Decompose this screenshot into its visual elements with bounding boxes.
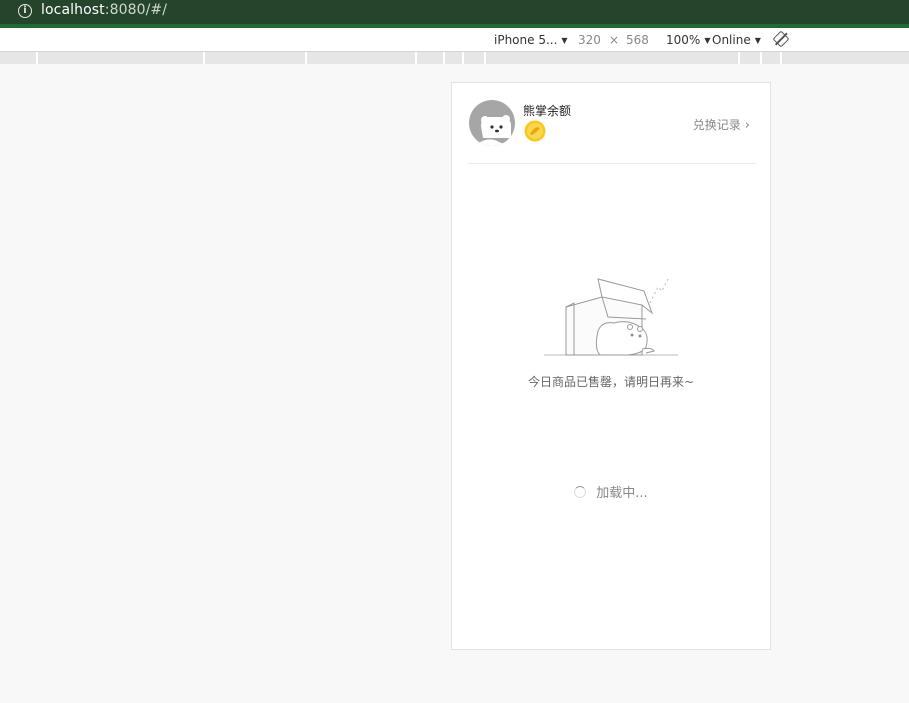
exchange-records-link[interactable]: 兑换记录 › (693, 116, 750, 133)
url-host: localhost (41, 2, 105, 18)
width-input[interactable]: 320 (578, 33, 601, 47)
bear-avatar-icon[interactable] (469, 100, 515, 146)
balance-header: 熊掌余额 兑换记录 › (468, 83, 756, 164)
chevron-down-icon: ▼ (754, 36, 761, 45)
rotate-icon[interactable] (772, 30, 790, 48)
ruler-tick (462, 52, 464, 64)
balance-label: 熊掌余额 (523, 104, 572, 118)
spinner-icon (574, 486, 587, 498)
ruler-tick (443, 52, 445, 64)
media-query-ruler[interactable] (0, 52, 909, 64)
sold-out-illustration-icon (542, 273, 682, 363)
ruler-tick (738, 52, 740, 64)
ruler-tick (780, 52, 782, 64)
height-input[interactable]: 568 (626, 33, 649, 47)
url-path: :8080/#/ (104, 2, 168, 18)
ruler-tick (484, 52, 486, 64)
ruler-tick (203, 52, 205, 64)
chevron-down-icon: ▼ (561, 36, 568, 45)
device-toolbar: iPhone 5... ▼ 320 × 568 100% ▼ Online ▼ (0, 28, 909, 52)
bear-paw-coin-icon (524, 120, 546, 142)
ruler-tick (760, 52, 762, 64)
info-icon[interactable]: i (18, 4, 32, 18)
zoom-select[interactable]: 100% ▼ (666, 33, 710, 47)
chevron-right-icon: › (744, 118, 750, 133)
device-select[interactable]: iPhone 5... ▼ (494, 33, 568, 47)
times-symbol: × (609, 33, 620, 47)
url-text[interactable]: localhost:8080/#/ (41, 2, 167, 18)
loading-indicator: 加载中... (452, 482, 770, 501)
network-select[interactable]: Online ▼ (712, 33, 761, 47)
chevron-down-icon: ▼ (704, 36, 711, 45)
ruler-tick (415, 52, 417, 64)
phone-viewport: 熊掌余额 兑换记录 › 今日商品已售罄，请明日再来~ 加载中... (451, 82, 771, 650)
ruler-tick (36, 52, 38, 64)
ruler-tick (305, 52, 307, 64)
empty-state-message: 今日商品已售罄，请明日再来~ (527, 375, 695, 389)
address-bar[interactable]: i localhost:8080/#/ (0, 0, 909, 24)
